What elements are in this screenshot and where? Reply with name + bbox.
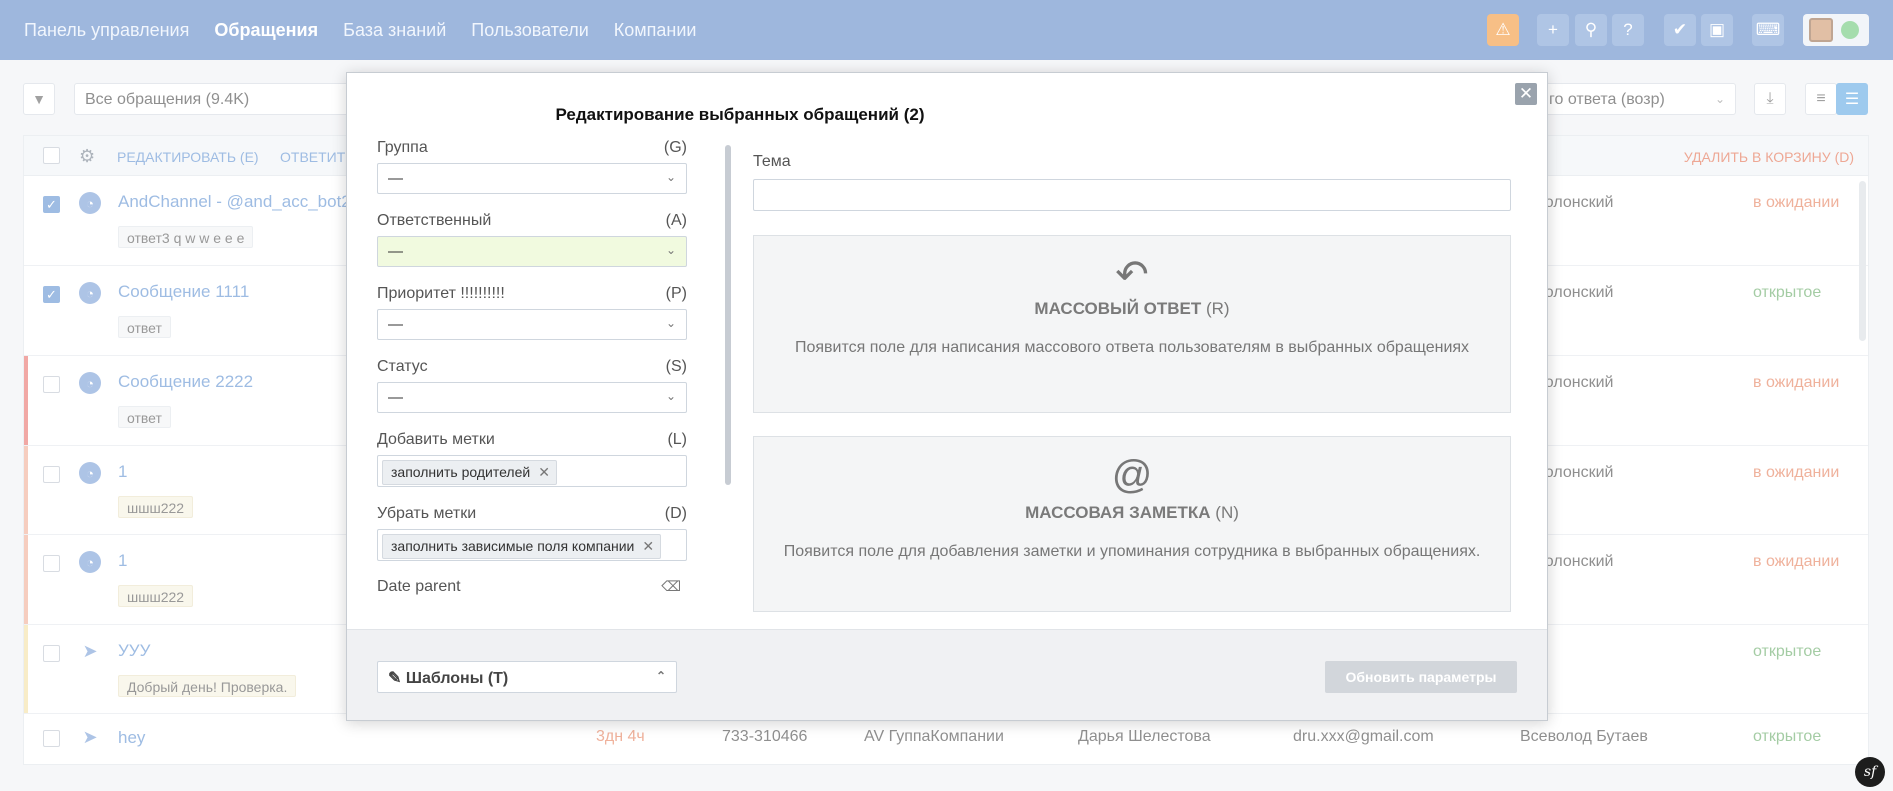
field-label: Убрать метки (377, 505, 477, 522)
assignee-select[interactable]: — ⌄ (377, 236, 687, 267)
field-hotkey: (S) (665, 358, 687, 375)
fields-scrollbar[interactable] (725, 145, 731, 485)
field-hotkey: (L) (667, 431, 687, 448)
mass-reply-panel[interactable]: ↶ МАССОВЫЙ ОТВЕТ (R) Появится поле для н… (753, 235, 1511, 413)
chevron-down-icon: ⌄ (665, 170, 676, 184)
close-icon[interactable]: ✕ (1515, 83, 1537, 105)
eraser-icon[interactable]: ⌫ (661, 578, 681, 595)
templates-label: Шаблоны (T) (405, 670, 509, 687)
select-value: — (388, 170, 403, 187)
field-hotkey: (D) (664, 505, 687, 522)
subject-label: Тема (753, 153, 791, 170)
mass-reply-title: МАССОВЫЙ ОТВЕТ (R) (754, 299, 1510, 319)
update-button[interactable]: Обновить параметры (1325, 661, 1517, 693)
tag-chip: заполнить родителей ✕ (382, 460, 557, 485)
modal-title: Редактирование выбранных обращений (2) (555, 105, 925, 124)
field-hotkey: (G) (663, 139, 687, 156)
field-label: Группа (377, 139, 428, 156)
tag-chip-label: заполнить родителей (391, 464, 531, 480)
mass-note-title-text: МАССОВАЯ ЗАМЕТКА (1025, 503, 1211, 522)
symfony-icon[interactable]: sf (1855, 757, 1885, 787)
modal-footer: ✎ Шаблоны (T) ⌃ Обновить параметры (347, 629, 1547, 720)
field-label: Date parent (377, 578, 461, 595)
remove-tag-icon[interactable]: ✕ (642, 538, 654, 554)
mass-note-hotkey: (N) (1215, 503, 1239, 522)
chevron-down-icon: ⌄ (665, 389, 676, 403)
field-hotkey: (A) (665, 212, 687, 229)
select-value: — (388, 389, 403, 406)
field-label: Статус (377, 358, 428, 375)
at-sign-icon: @ (1111, 453, 1153, 497)
group-select[interactable]: — ⌄ (377, 163, 687, 194)
templates-button[interactable]: ✎ Шаблоны (T) ⌃ (377, 661, 677, 693)
magic-wand-icon: ✎ (388, 670, 402, 687)
reply-all-icon: ↶ (1115, 253, 1149, 297)
remove-tag-icon[interactable]: ✕ (538, 464, 550, 480)
chevron-down-icon: ⌄ (665, 243, 676, 257)
status-select[interactable]: — ⌄ (377, 382, 687, 413)
field-hotkey: (P) (665, 285, 687, 302)
mass-note-description: Появится поле для добавления заметки и у… (783, 543, 1481, 560)
priority-select[interactable]: — ⌄ (377, 309, 687, 340)
select-value: — (388, 316, 403, 333)
subject-input[interactable] (753, 179, 1511, 211)
chevron-down-icon: ⌄ (665, 316, 676, 330)
bulk-edit-modal: Редактирование выбранных обращений (2) ✕… (346, 72, 1548, 721)
select-value: — (388, 243, 403, 260)
field-label: Ответственный (377, 212, 492, 229)
mass-reply-title-text: МАССОВЫЙ ОТВЕТ (1034, 299, 1202, 318)
fields-panel: Группа (G) — ⌄ Ответственный (A) — ⌄ При… (377, 139, 702, 599)
tag-chip: заполнить зависимые поля компании ✕ (382, 534, 662, 559)
chevron-up-icon: ⌃ (655, 669, 666, 683)
mass-note-panel[interactable]: @ МАССОВАЯ ЗАМЕТКА (N) Появится поле для… (753, 436, 1511, 612)
field-label: Добавить метки (377, 431, 495, 448)
mass-reply-hotkey: (R) (1205, 299, 1230, 318)
field-label: Приоритет !!!!!!!!!! (377, 285, 505, 302)
tag-chip-label: заполнить зависимые поля компании (391, 538, 635, 554)
add-tags-input[interactable]: заполнить родителей ✕ (377, 455, 687, 487)
mass-note-title: МАССОВАЯ ЗАМЕТКА (N) (754, 503, 1510, 523)
mass-reply-description: Появится поле для написания массового от… (794, 339, 1470, 356)
remove-tags-input[interactable]: заполнить зависимые поля компании ✕ (377, 529, 687, 561)
